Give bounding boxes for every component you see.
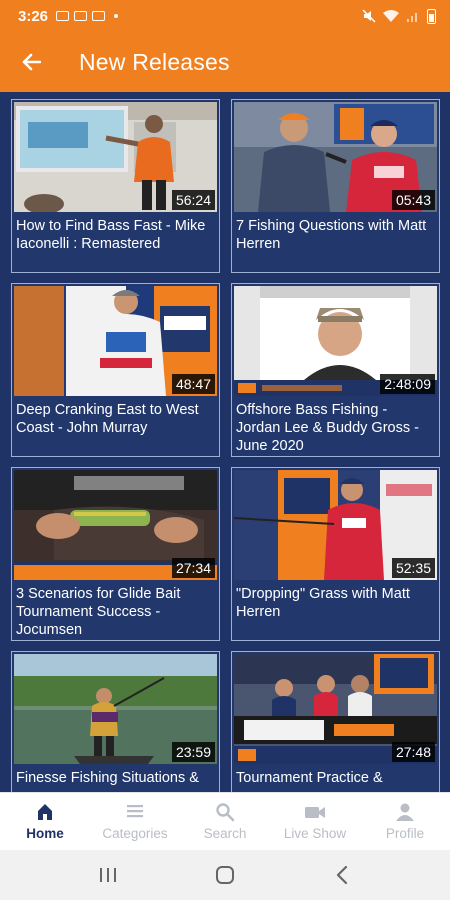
wifi-icon <box>383 9 399 22</box>
home-circle-icon <box>215 866 234 884</box>
nav-item-label: Live Show <box>283 826 347 841</box>
app-bar: New Releases <box>0 32 450 92</box>
message-icon <box>56 11 70 21</box>
bottom-navigation: Home Categories Search Live Show Profile <box>0 792 450 850</box>
video-title: Deep Cranking East to West Coast - John … <box>16 402 199 436</box>
video-title: How to Find Bass Fast - Mike Iaconelli :… <box>16 218 206 252</box>
video-thumbnail: 05:43 <box>234 102 437 212</box>
video-thumbnail: 2:48:09 <box>234 286 437 396</box>
home-icon <box>38 804 52 820</box>
image-icon <box>74 11 88 21</box>
nav-item-search[interactable]: Search <box>180 793 270 850</box>
mute-icon <box>362 9 376 23</box>
video-title: Tournament Practice & <box>236 770 383 786</box>
video-duration: 52:35 <box>391 558 435 578</box>
nav-item-label: Profile <box>385 826 425 841</box>
back-button[interactable] <box>0 32 62 92</box>
video-card[interactable]: 05:43 7 Fishing Questions with Matt Herr… <box>231 99 440 273</box>
nav-item-profile[interactable]: Profile <box>360 793 450 850</box>
video-duration: 2:48:09 <box>380 374 435 394</box>
person-icon <box>396 803 414 821</box>
nav-item-categories[interactable]: Categories <box>90 793 180 850</box>
video-duration: 05:43 <box>391 190 435 210</box>
video-thumbnail: 56:24 <box>14 102 217 212</box>
video-thumbnail: 48:47 <box>14 286 217 396</box>
video-card[interactable]: 2:48:09 Offshore Bass Fishing - Jordan L… <box>231 283 440 457</box>
nav-item-home[interactable]: Home <box>0 793 90 850</box>
video-duration: 48:47 <box>171 374 215 394</box>
system-back-button[interactable] <box>312 855 372 895</box>
video-duration: 27:48 <box>391 742 435 762</box>
arrow-back-icon <box>22 53 41 71</box>
video-card[interactable]: 48:47 Deep Cranking East to West Coast -… <box>11 283 220 457</box>
status-bar: 3:26 <box>0 0 450 32</box>
system-navigation-bar <box>0 850 450 900</box>
video-title: 7 Fishing Questions with Matt Herren <box>236 218 427 252</box>
video-card[interactable]: 23:59 Finesse Fishing Situations & <box>11 651 220 792</box>
video-title: Finesse Fishing Situations & <box>16 770 199 786</box>
video-duration: 23:59 <box>171 742 215 762</box>
signal-icon <box>407 12 417 22</box>
video-card[interactable]: 27:48 Tournament Practice & <box>231 651 440 792</box>
nav-item-label: Home <box>26 826 64 841</box>
notification-icons <box>56 11 119 21</box>
video-thumbnail: 52:35 <box>234 470 437 580</box>
video-card[interactable]: 52:35 "Dropping" Grass with Matt Herren <box>231 467 440 641</box>
video-thumbnail: 23:59 <box>14 654 217 764</box>
video-card[interactable]: 27:34 3 Scenarios for Glide Bait Tournam… <box>11 467 220 641</box>
recent-apps-button[interactable] <box>78 855 138 895</box>
video-thumbnail: 27:34 <box>14 470 217 580</box>
video-title: Offshore Bass Fishing - Jordan Lee & Bud… <box>236 402 419 454</box>
list-icon <box>127 805 143 818</box>
video-title: 3 Scenarios for Glide Bait Tournament Su… <box>16 586 181 638</box>
video-duration: 27:34 <box>171 558 215 578</box>
recent-apps-icon <box>100 868 117 882</box>
chevron-left-icon <box>336 865 347 885</box>
video-card[interactable]: 56:24 How to Find Bass Fast - Mike Iacon… <box>11 99 220 273</box>
battery-icon <box>427 8 436 24</box>
nav-item-label: Categories <box>102 826 168 841</box>
page-title: New Releases <box>79 48 230 75</box>
home-system-button[interactable] <box>195 855 255 895</box>
nav-item-live-show[interactable]: Live Show <box>270 793 360 850</box>
video-grid[interactable]: 56:24 How to Find Bass Fast - Mike Iacon… <box>0 92 450 792</box>
status-time: 3:26 <box>18 7 49 25</box>
more-dot-icon <box>114 14 119 18</box>
video-duration: 56:24 <box>171 190 215 210</box>
video-thumbnail: 27:48 <box>234 654 437 764</box>
video-camera-icon <box>305 807 325 818</box>
youtube-icon <box>92 11 106 21</box>
nav-item-label: Search <box>203 826 247 841</box>
video-title: "Dropping" Grass with Matt Herren <box>236 586 410 620</box>
search-icon <box>216 803 235 822</box>
